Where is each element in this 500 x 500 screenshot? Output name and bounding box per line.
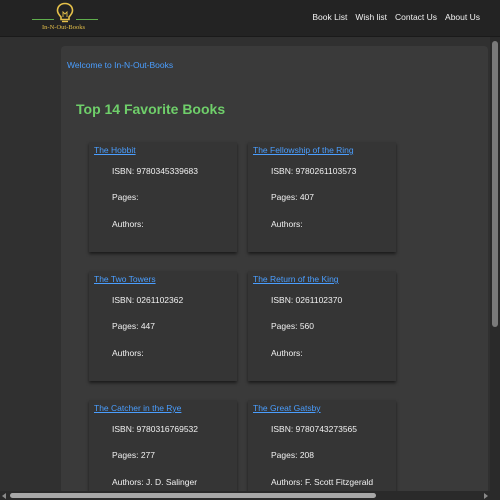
lightbulb-icon bbox=[56, 2, 74, 23]
book-pages: Pages: 447 bbox=[112, 321, 156, 331]
book-pages: Pages: 407 bbox=[271, 192, 315, 202]
book-isbn: ISBN: 0261102362 bbox=[112, 295, 184, 305]
book-title-link[interactable]: The Great Gatsby bbox=[253, 403, 321, 413]
book-isbn: ISBN: 9780345339683 bbox=[112, 166, 199, 176]
nav-contact-us[interactable]: Contact Us bbox=[395, 12, 437, 22]
book-pages: Pages: 560 bbox=[271, 321, 315, 331]
book-pages: Pages: 277 bbox=[112, 450, 156, 460]
book-title-link[interactable]: The Fellowship of the Ring bbox=[253, 145, 354, 155]
book-authors: Authors: bbox=[112, 219, 144, 229]
horizontal-scrollbar[interactable] bbox=[0, 491, 500, 500]
book-title-link[interactable]: The Catcher in the Rye bbox=[94, 403, 181, 413]
book-isbn: ISBN: 9780743273565 bbox=[271, 424, 358, 434]
book-isbn: ISBN: 9780261103573 bbox=[271, 166, 357, 176]
main-nav: Book List Wish list Contact Us About Us bbox=[312, 12, 480, 22]
book-title-link[interactable]: The Hobbit bbox=[94, 145, 136, 155]
book-title-link[interactable]: The Return of the King bbox=[253, 274, 339, 284]
nav-about-us[interactable]: About Us bbox=[445, 12, 480, 22]
book-card: The Fellowship of the Ring ISBN: 9780261… bbox=[248, 142, 396, 252]
book-authors: Authors: J. D. Salinger bbox=[112, 477, 198, 487]
nav-wish-list[interactable]: Wish list bbox=[355, 12, 387, 22]
book-pages: Pages: 208 bbox=[271, 450, 315, 460]
book-authors: Authors: bbox=[271, 219, 303, 229]
logo-text: In-N-Out-Books bbox=[42, 24, 85, 31]
book-card: The Catcher in the Rye ISBN: 97803167695… bbox=[89, 400, 237, 494]
logo-line-right bbox=[76, 19, 98, 20]
horizontal-scrollbar-thumb[interactable] bbox=[10, 493, 376, 498]
book-title-link[interactable]: The Two Towers bbox=[94, 274, 156, 284]
site-logo[interactable]: In-N-Out-Books bbox=[32, 2, 98, 34]
book-pages: Pages: bbox=[112, 192, 139, 202]
welcome-text: Welcome to In-N-Out-Books bbox=[67, 60, 174, 70]
vertical-scrollbar[interactable] bbox=[490, 37, 500, 500]
page-title: Top 14 Favorite Books bbox=[76, 101, 226, 117]
content-panel: Welcome to In-N-Out-Books Top 14 Favorit… bbox=[61, 46, 488, 494]
book-card: The Hobbit ISBN: 9780345339683 Pages: Au… bbox=[89, 142, 237, 252]
book-card: The Return of the King ISBN: 0261102370 … bbox=[248, 271, 396, 381]
book-isbn: ISBN: 0261102370 bbox=[271, 295, 343, 305]
scroll-right-arrow-icon[interactable] bbox=[484, 493, 488, 499]
vertical-scrollbar-thumb[interactable] bbox=[492, 41, 498, 327]
book-card: The Two Towers ISBN: 0261102362 Pages: 4… bbox=[89, 271, 237, 381]
book-isbn: ISBN: 9780316769532 bbox=[112, 424, 199, 434]
book-authors: Authors: bbox=[112, 348, 144, 358]
scroll-left-arrow-icon[interactable] bbox=[2, 493, 6, 499]
book-card: The Great Gatsby ISBN: 9780743273565 Pag… bbox=[248, 400, 396, 494]
nav-book-list[interactable]: Book List bbox=[312, 12, 347, 22]
logo-line-left bbox=[32, 19, 54, 20]
top-navbar: In-N-Out-Books Book List Wish list Conta… bbox=[0, 0, 500, 37]
book-authors: Authors: bbox=[271, 348, 303, 358]
book-authors: Authors: F. Scott Fitzgerald bbox=[271, 477, 374, 487]
